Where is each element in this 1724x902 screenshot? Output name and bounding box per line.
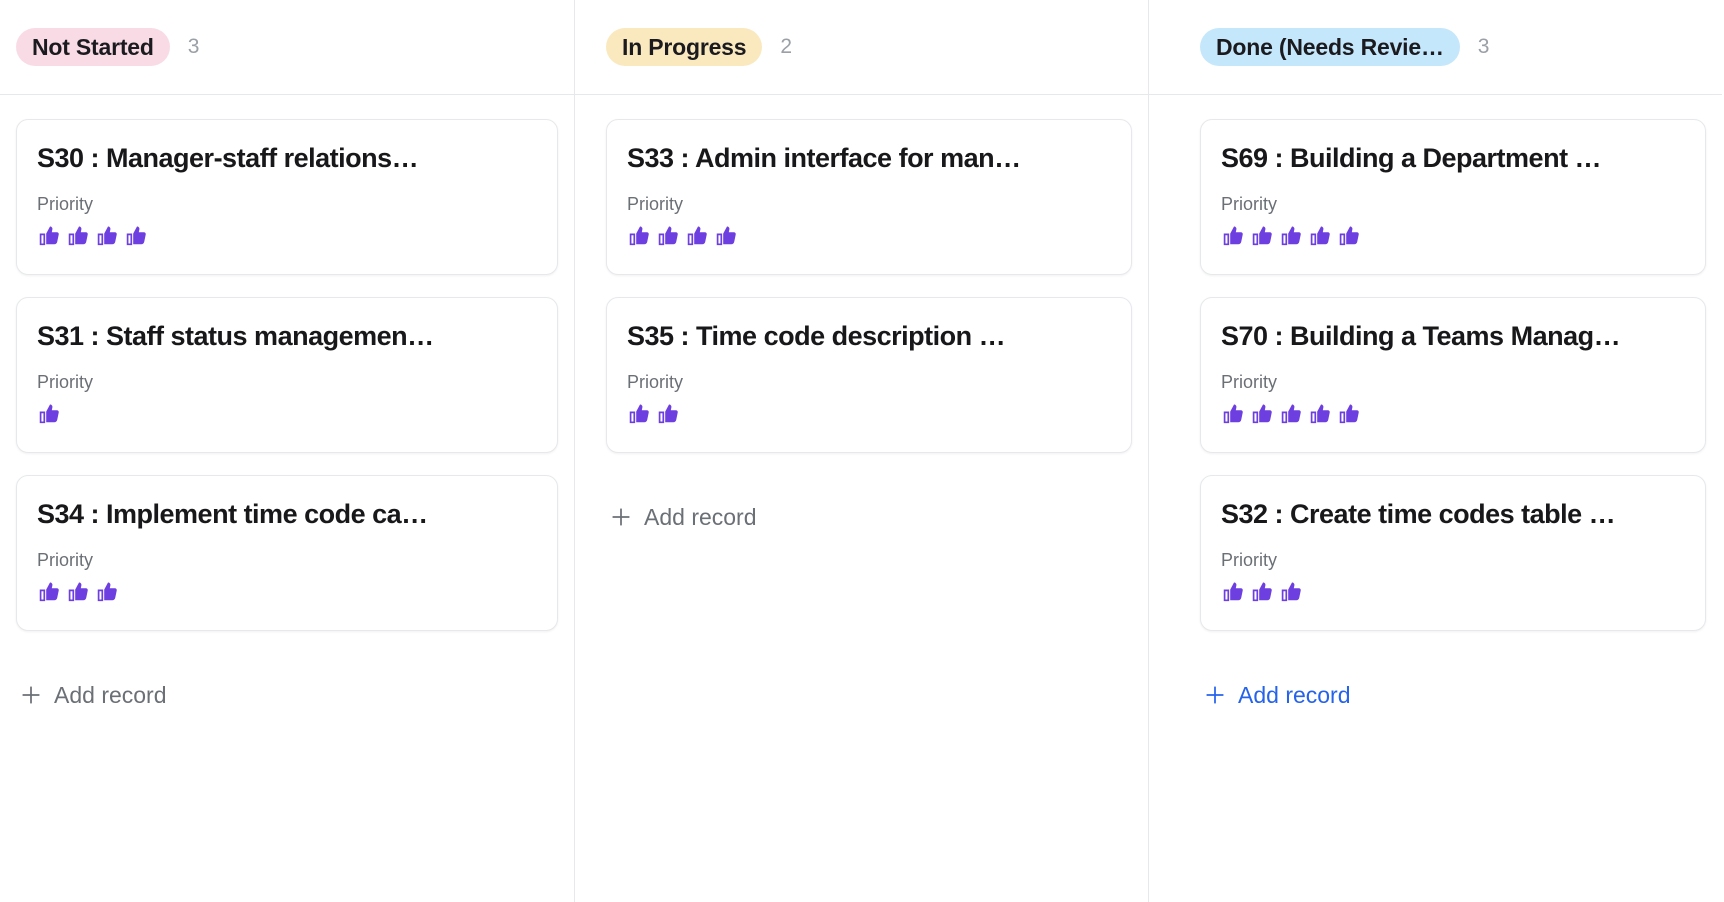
status-pill-not-started[interactable]: Not Started (16, 28, 170, 66)
priority-field-label: Priority (1221, 550, 1278, 571)
thumbs-up-icon[interactable] (685, 224, 709, 248)
column-record-count: 3 (1477, 35, 1490, 58)
column-header-done-needs-review: Done (Needs Revie… 3 (1148, 0, 1722, 95)
record-card-title: S32 : Create time codes table … (1221, 499, 1616, 529)
priority-rating[interactable] (627, 223, 1111, 248)
thumbs-up-icon[interactable] (95, 580, 119, 604)
record-card-title: S33 : Admin interface for man… (627, 143, 1021, 173)
thumbs-up-icon[interactable] (1250, 224, 1274, 248)
thumbs-up-icon[interactable] (95, 224, 119, 248)
board-column-not-started: Not Started 3 S30 : Manager-staff relation… (0, 0, 574, 902)
priority-rating[interactable] (37, 401, 537, 426)
column-record-count: 3 (187, 35, 200, 58)
priority-field-label: Priority (627, 194, 684, 215)
thumbs-up-icon[interactable] (1308, 402, 1332, 426)
status-pill-in-progress[interactable]: In Progress (606, 28, 763, 66)
thumbs-up-icon[interactable] (37, 224, 61, 248)
add-record-button[interactable]: Add record (1200, 675, 1706, 715)
thumbs-up-icon[interactable] (37, 402, 61, 426)
plus-icon (612, 508, 630, 526)
thumbs-up-icon[interactable] (1337, 224, 1361, 248)
add-record-label: Add record (644, 503, 757, 530)
thumbs-up-icon[interactable] (124, 224, 148, 248)
thumbs-up-icon[interactable] (66, 224, 90, 248)
column-body-done-needs-review: S69 : Building a Department … Priority S70… (1148, 95, 1722, 902)
kanban-board: Not Started 3 S30 : Manager-staff relation… (0, 0, 1724, 902)
plus-icon (1206, 686, 1224, 704)
board-column-in-progress: In Progress 2 S33 : Admin interface for ma… (574, 0, 1148, 902)
record-card-title: S35 : Time code description … (627, 321, 1006, 351)
thumbs-up-icon[interactable] (1279, 580, 1303, 604)
record-card[interactable]: S33 : Admin interface for man… Priority (606, 119, 1132, 275)
priority-field-label: Priority (37, 194, 94, 215)
record-card-title: S30 : Manager-staff relations… (37, 143, 419, 173)
add-record-button[interactable]: Add record (606, 497, 1132, 537)
record-card[interactable]: S70 : Building a Teams Manag… Priority (1200, 297, 1706, 453)
record-card-title: S69 : Building a Department … (1221, 143, 1602, 173)
priority-rating[interactable] (627, 401, 1111, 426)
priority-rating[interactable] (1221, 401, 1685, 426)
priority-rating[interactable] (37, 223, 537, 248)
priority-field-label: Priority (37, 550, 94, 571)
record-card-title: S34 : Implement time code ca… (37, 499, 428, 529)
thumbs-up-icon[interactable] (1221, 402, 1245, 426)
board-column-done-needs-review: Done (Needs Revie… 3 S69 : Building a Depa… (1148, 0, 1722, 902)
thumbs-up-icon[interactable] (37, 580, 61, 604)
thumbs-up-icon[interactable] (627, 402, 651, 426)
thumbs-up-icon[interactable] (1250, 580, 1274, 604)
record-card[interactable]: S35 : Time code description … Priority (606, 297, 1132, 453)
column-header-not-started: Not Started 3 (0, 0, 574, 95)
record-card[interactable]: S34 : Implement time code ca… Priority (16, 475, 558, 631)
priority-field-label: Priority (1221, 194, 1278, 215)
plus-icon (22, 686, 40, 704)
add-record-label: Add record (54, 681, 167, 708)
record-card[interactable]: S30 : Manager-staff relations… Priority (16, 119, 558, 275)
status-pill-done-needs-review[interactable]: Done (Needs Revie… (1200, 28, 1460, 66)
priority-rating[interactable] (37, 579, 537, 604)
column-body-not-started: S30 : Manager-staff relations… Priority S3… (0, 95, 574, 902)
thumbs-up-icon[interactable] (1221, 224, 1245, 248)
record-card[interactable]: S69 : Building a Department … Priority (1200, 119, 1706, 275)
thumbs-up-icon[interactable] (1279, 224, 1303, 248)
thumbs-up-icon[interactable] (656, 402, 680, 426)
thumbs-up-icon[interactable] (1250, 402, 1274, 426)
record-card[interactable]: S32 : Create time codes table … Priority (1200, 475, 1706, 631)
thumbs-up-icon[interactable] (656, 224, 680, 248)
add-record-label: Add record (1238, 681, 1351, 708)
record-card-title: S31 : Staff status managemen… (37, 321, 434, 351)
record-card[interactable]: S31 : Staff status managemen… Priority (16, 297, 558, 453)
priority-field-label: Priority (1221, 372, 1278, 393)
thumbs-up-icon[interactable] (1337, 402, 1361, 426)
column-record-count: 2 (780, 35, 793, 58)
column-body-in-progress: S33 : Admin interface for man… Priority S3… (574, 95, 1148, 902)
priority-field-label: Priority (627, 372, 684, 393)
thumbs-up-icon[interactable] (714, 224, 738, 248)
priority-field-label: Priority (37, 372, 94, 393)
thumbs-up-icon[interactable] (1279, 402, 1303, 426)
thumbs-up-icon[interactable] (66, 580, 90, 604)
record-card-title: S70 : Building a Teams Manag… (1221, 321, 1621, 351)
thumbs-up-icon[interactable] (1308, 224, 1332, 248)
priority-rating[interactable] (1221, 223, 1685, 248)
priority-rating[interactable] (1221, 579, 1685, 604)
thumbs-up-icon[interactable] (1221, 580, 1245, 604)
column-header-in-progress: In Progress 2 (574, 0, 1148, 95)
add-record-button[interactable]: Add record (16, 675, 558, 715)
thumbs-up-icon[interactable] (627, 224, 651, 248)
